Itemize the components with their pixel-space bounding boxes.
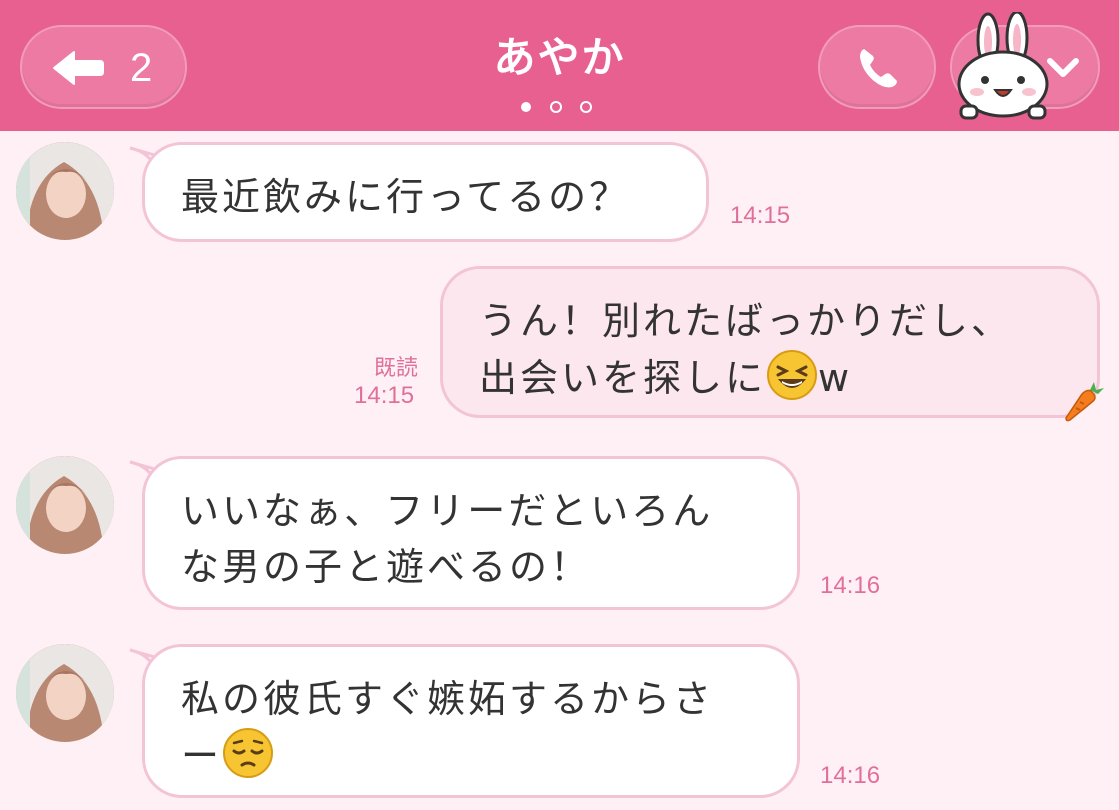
page-dot bbox=[550, 101, 562, 113]
page-indicator bbox=[521, 101, 592, 113]
avatar-photo bbox=[16, 456, 114, 554]
message-text: うん！別れたばっかりだし、 bbox=[479, 299, 1013, 343]
message-suffix: w bbox=[818, 356, 853, 400]
avatar-photo bbox=[16, 142, 114, 240]
read-receipt: 既読 bbox=[374, 356, 419, 381]
avatar[interactable] bbox=[16, 142, 114, 240]
message-text: な男の子と遊べるの！ bbox=[181, 545, 592, 589]
message-text-line: 出会いを探しに w bbox=[479, 349, 1061, 406]
message-time: 14:15 bbox=[730, 202, 791, 229]
call-button[interactable] bbox=[818, 25, 936, 109]
avatar-photo bbox=[16, 644, 114, 742]
page-dot bbox=[580, 101, 592, 113]
message-time: 14:15 bbox=[354, 382, 415, 409]
phone-icon bbox=[860, 49, 897, 88]
message-text: 出会いを探しに bbox=[479, 356, 767, 400]
avatar[interactable] bbox=[16, 644, 114, 742]
page-dot-active bbox=[521, 102, 531, 112]
message-text: 最近飲みに行ってるの？ bbox=[181, 175, 631, 219]
laughing-face-icon bbox=[767, 350, 818, 400]
message-bubble[interactable]: いいなぁ、フリーだといろん な男の子と遊べるの！ bbox=[142, 456, 800, 610]
message-time: 14:16 bbox=[820, 762, 881, 789]
message-bubble[interactable]: 私の彼氏すぐ嫉妬するからさ ー bbox=[142, 644, 800, 798]
bunny-mascot-icon bbox=[957, 12, 1049, 120]
message-text-line: ー bbox=[181, 727, 761, 784]
own-message-bubble[interactable]: うん！別れたばっかりだし、 出会いを探しに w bbox=[440, 266, 1100, 418]
pensive-face-icon bbox=[223, 728, 274, 778]
carrot-icon bbox=[1065, 382, 1104, 422]
avatar[interactable] bbox=[16, 456, 114, 554]
message-bubble[interactable]: 最近飲みに行ってるの？ bbox=[142, 142, 709, 242]
message-text: 私の彼氏すぐ嫉妬するからさ bbox=[181, 677, 715, 721]
chat-header: 2 あやか bbox=[0, 0, 1119, 131]
message-text: いいなぁ、フリーだといろん bbox=[181, 489, 714, 533]
message-text: ー bbox=[181, 734, 223, 778]
message-time: 14:16 bbox=[820, 572, 881, 599]
